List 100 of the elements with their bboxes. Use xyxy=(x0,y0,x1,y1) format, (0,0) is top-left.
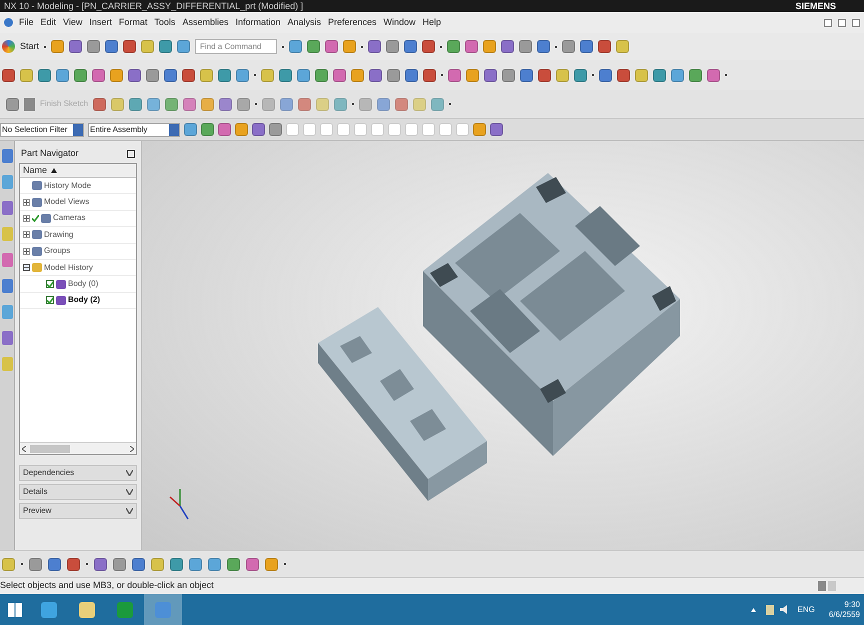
toolbar-icon[interactable] xyxy=(94,558,107,570)
toolbar-icon[interactable] xyxy=(218,68,231,82)
toolbar-icon[interactable] xyxy=(707,68,720,82)
toolbar-icon[interactable] xyxy=(351,68,364,82)
toolbar-icon[interactable] xyxy=(38,68,51,82)
toolbar-icon[interactable] xyxy=(165,98,178,110)
toolbar-icon[interactable] xyxy=(200,68,213,82)
resource-bar-icon[interactable] xyxy=(2,175,12,189)
toolbar-icon[interactable] xyxy=(538,68,551,82)
horizontal-scrollbar[interactable] xyxy=(20,442,136,454)
dropdown[interactable]: No Selection Filter xyxy=(0,122,84,136)
toolbar-icon[interactable] xyxy=(484,68,497,82)
resource-bar-icon[interactable] xyxy=(2,253,12,267)
resource-bar-icon[interactable] xyxy=(2,305,12,319)
toolbar-icon[interactable] xyxy=(377,98,390,110)
checkmark-icon[interactable] xyxy=(46,280,54,288)
dropdown[interactable]: Entire Assembly xyxy=(88,122,180,136)
resource-bar-icon[interactable] xyxy=(2,149,12,163)
toolbar-icon[interactable] xyxy=(87,40,100,53)
toolbar-icon[interactable] xyxy=(29,558,42,570)
toolbar-icon[interactable] xyxy=(110,68,123,82)
toolbar-icon[interactable] xyxy=(307,40,320,53)
clock-date[interactable]: 6/6/2559 xyxy=(828,610,860,620)
toolbar-icon[interactable] xyxy=(448,68,461,82)
collapsible-panel-header[interactable]: Preview xyxy=(19,503,137,519)
toolbar-icon[interactable] xyxy=(218,123,231,136)
toolbar-icon[interactable] xyxy=(182,68,195,82)
toolbar-icon[interactable] xyxy=(237,98,250,110)
toolbar-icon[interactable] xyxy=(128,68,141,82)
menu-item[interactable]: Window xyxy=(384,16,416,30)
toolbar-icon[interactable] xyxy=(208,558,221,570)
toolbar-icon[interactable] xyxy=(159,40,172,53)
toolbar-icon[interactable] xyxy=(466,68,479,82)
tree-item[interactable]: Groups xyxy=(44,245,70,258)
toolbar-icon[interactable] xyxy=(164,68,177,82)
toolbar-icon[interactable] xyxy=(617,68,630,82)
toolbar-icon[interactable] xyxy=(671,68,684,82)
toolbar-icon[interactable] xyxy=(184,123,197,136)
network-icon[interactable] xyxy=(766,604,774,614)
toolbar-icon[interactable] xyxy=(227,558,240,570)
tree-item[interactable]: Model History xyxy=(44,262,93,274)
toolbar-icon[interactable] xyxy=(146,68,159,82)
toolbar-icon[interactable] xyxy=(599,68,612,82)
toolbar-icon[interactable] xyxy=(501,40,514,53)
menu-item[interactable]: File xyxy=(19,16,34,30)
toolbar-icon[interactable] xyxy=(183,98,196,110)
collapsible-panel-header[interactable]: Dependencies xyxy=(19,465,137,481)
toolbar-icon[interactable] xyxy=(252,123,265,136)
clock-time[interactable]: 9:30 xyxy=(844,600,860,610)
tree-item[interactable]: Cameras xyxy=(53,212,86,224)
maximize-icon[interactable] xyxy=(127,150,135,158)
toolbar-icon[interactable] xyxy=(369,68,382,82)
toolbar-icon[interactable] xyxy=(574,68,587,82)
start-menu-button[interactable]: Start xyxy=(20,40,40,54)
toolbar-icon[interactable] xyxy=(483,40,496,53)
toolbar-icon[interactable] xyxy=(189,558,202,570)
toolbar-icon[interactable] xyxy=(520,68,533,82)
checkmark-icon[interactable] xyxy=(32,214,39,222)
toolbar-icon[interactable] xyxy=(580,40,594,53)
toolbar-icon[interactable] xyxy=(386,40,400,53)
tree-item[interactable]: Model Views xyxy=(44,196,90,208)
toolbar-icon[interactable] xyxy=(325,40,338,53)
resource-bar-icon[interactable] xyxy=(2,279,12,293)
toolbar-icon[interactable] xyxy=(653,68,666,82)
toolbar-icon[interactable] xyxy=(105,40,118,53)
toolbar-icon[interactable] xyxy=(616,40,630,53)
speaker-icon[interactable] xyxy=(780,605,788,614)
scroll-left-icon[interactable] xyxy=(22,446,26,452)
menu-item[interactable]: Edit xyxy=(40,16,56,30)
resource-bar-icon[interactable] xyxy=(2,331,12,345)
toolbar-icon[interactable] xyxy=(343,40,356,53)
toolbar-icon[interactable] xyxy=(219,98,232,110)
toolbar-icon[interactable] xyxy=(235,123,248,136)
toolbar-icon[interactable] xyxy=(562,40,576,53)
toolbar-icon[interactable] xyxy=(465,40,478,53)
toolbar-icon[interactable] xyxy=(333,68,346,82)
toolbar-icon[interactable] xyxy=(556,68,569,82)
expand-icon[interactable] xyxy=(23,231,30,238)
start-icon[interactable] xyxy=(2,40,15,53)
toolbar-icon[interactable] xyxy=(689,68,702,82)
expand-icon[interactable] xyxy=(23,248,30,255)
toolbar-icon[interactable] xyxy=(447,40,460,53)
scroll-thumb[interactable] xyxy=(30,444,70,452)
language-indicator[interactable]: ENG xyxy=(798,604,815,616)
toolbar-icon[interactable] xyxy=(113,558,126,570)
menu-item[interactable]: View xyxy=(63,16,82,30)
toolbar-icon[interactable] xyxy=(170,558,183,570)
toolbar-icon[interactable] xyxy=(269,123,282,136)
tree-item[interactable]: History Mode xyxy=(44,180,92,192)
tree-item[interactable]: Body (0) xyxy=(68,278,98,290)
toolbar-icon[interactable] xyxy=(123,40,136,53)
graphics-viewport[interactable] xyxy=(142,141,864,550)
menu-item[interactable]: Assemblies xyxy=(182,16,228,30)
toolbar-icon[interactable] xyxy=(132,558,145,570)
toolbar-icon[interactable] xyxy=(6,98,19,110)
toolbar-icon[interactable] xyxy=(395,98,408,110)
toolbar-icon[interactable] xyxy=(261,68,274,82)
toolbar-icon[interactable] xyxy=(20,68,33,82)
menu-item[interactable]: Insert xyxy=(89,16,112,30)
toolbar-icon[interactable] xyxy=(236,68,249,82)
